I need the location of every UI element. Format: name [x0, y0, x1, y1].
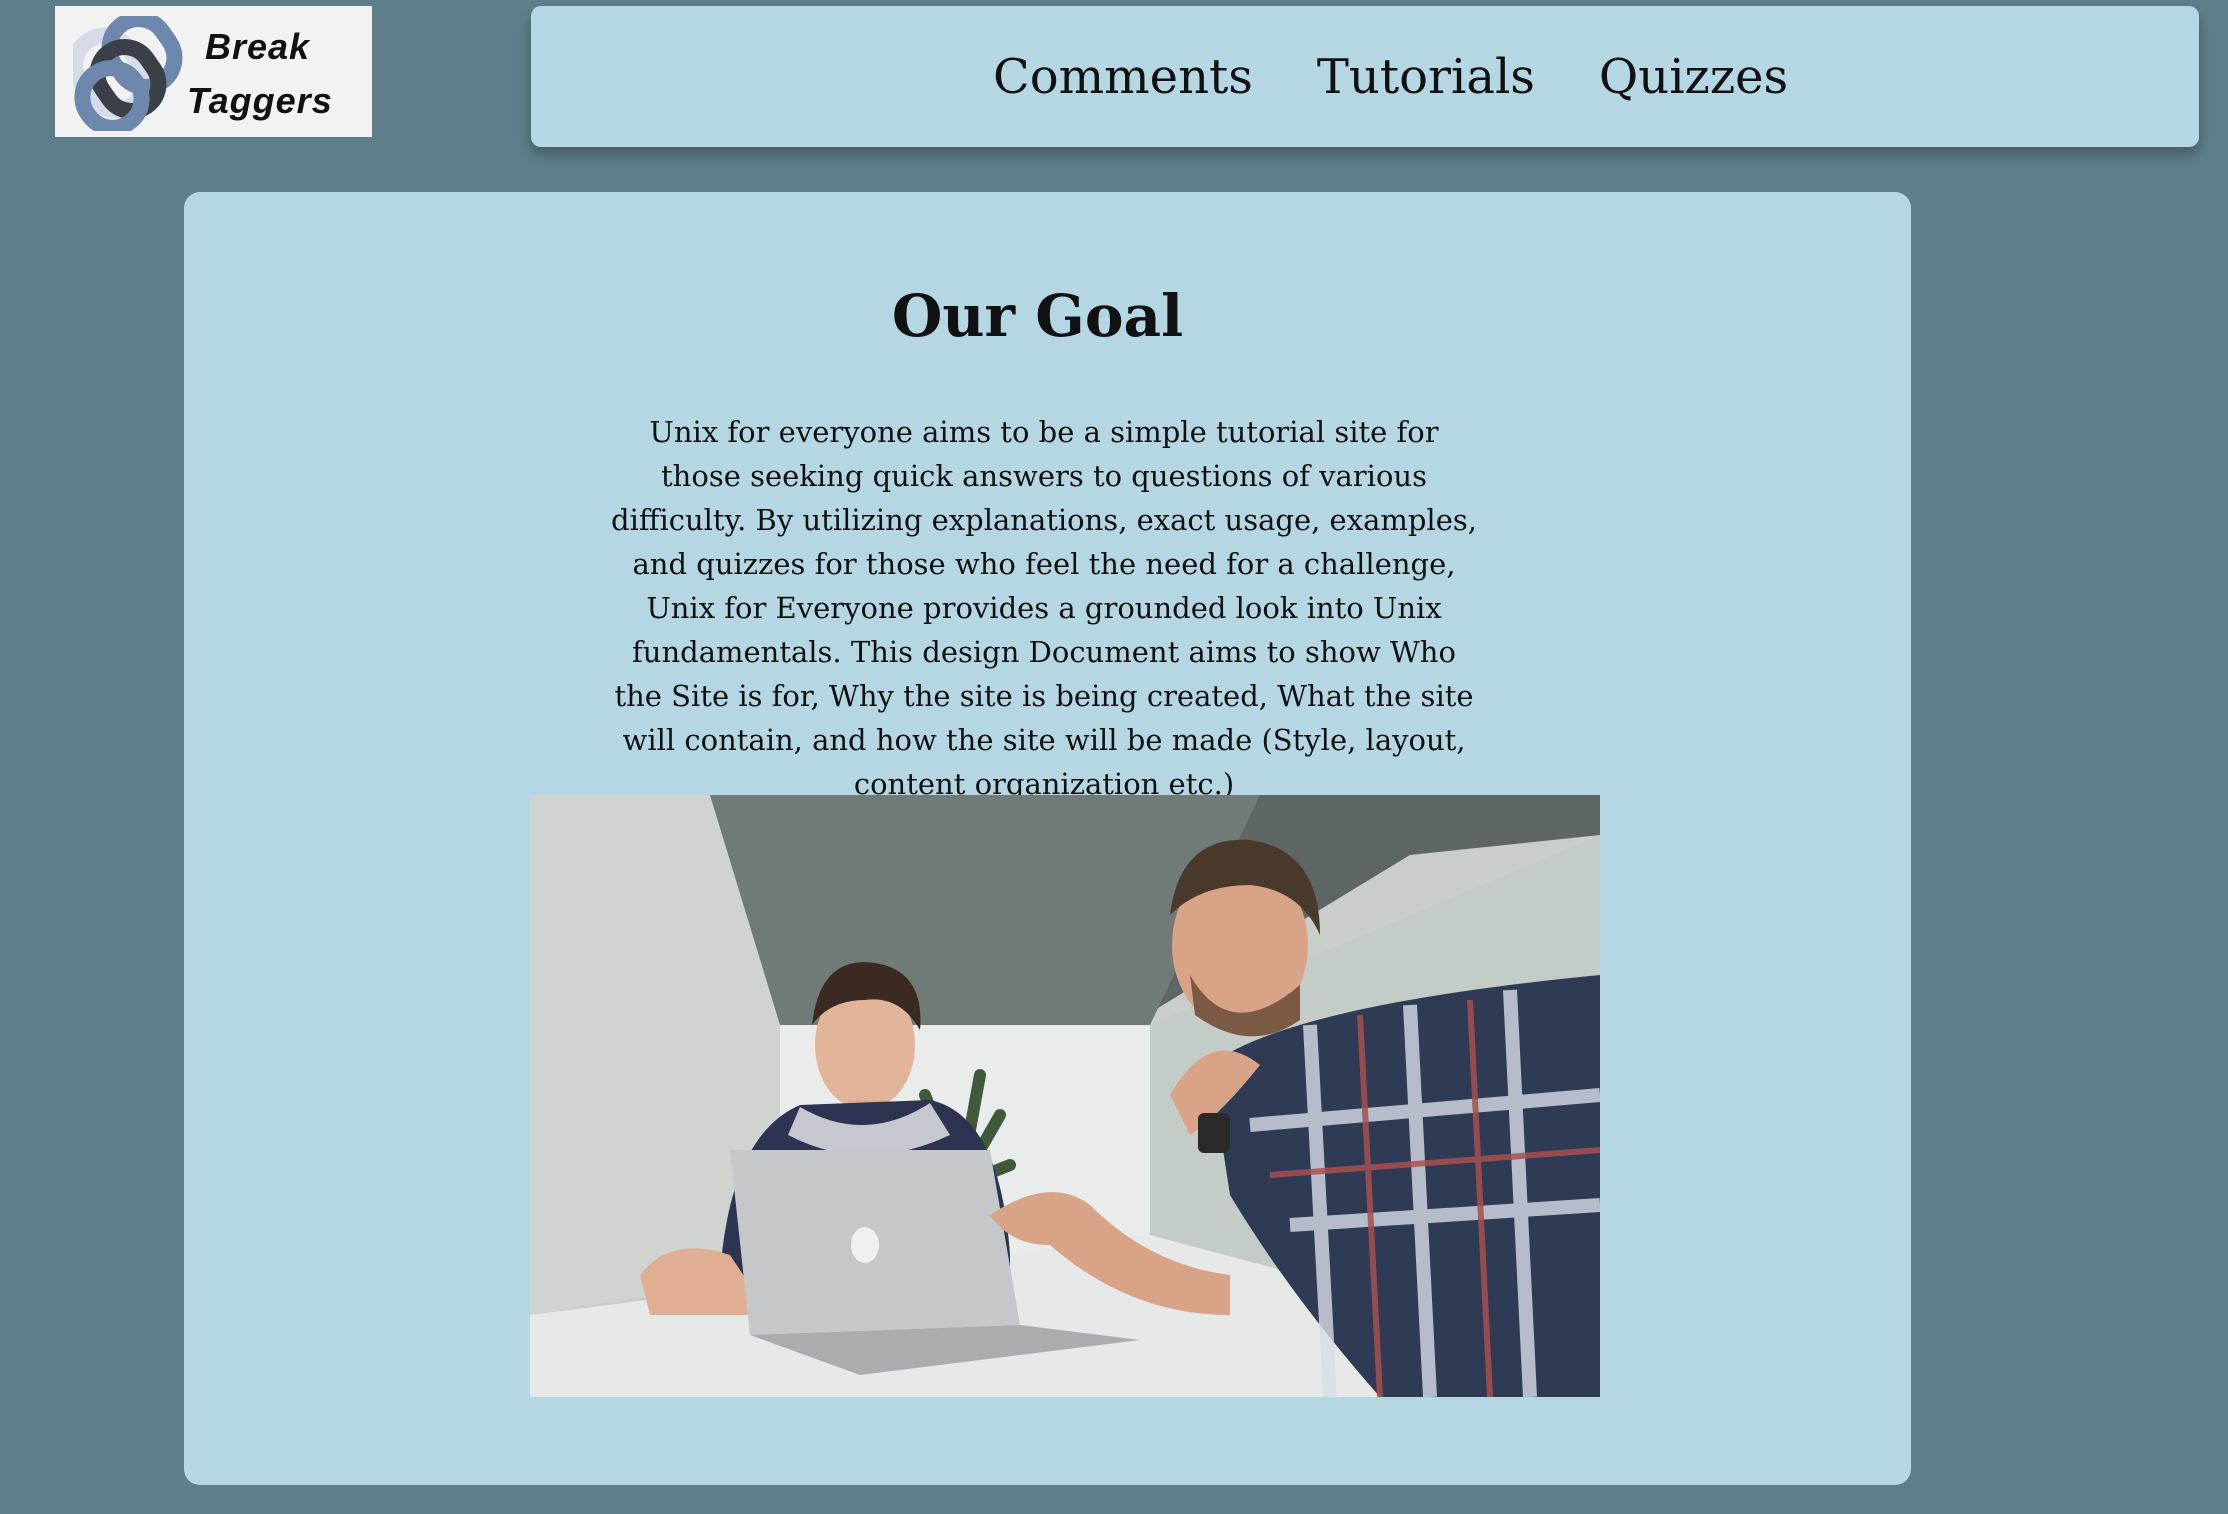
two-people-laptop-illustration	[530, 795, 1600, 1397]
site-logo[interactable]: Break Taggers	[55, 6, 372, 137]
goal-photo	[530, 795, 1600, 1397]
logo-wordmark: Break Taggers	[187, 20, 333, 128]
goal-title: Our Goal	[891, 282, 1184, 350]
goal-card: Our Goal Unix for everyone aims to be a …	[184, 192, 1911, 1485]
nav-links: Comments Tutorials Quizzes	[993, 42, 1788, 112]
logo-line-2: Taggers	[187, 80, 333, 121]
chain-links-icon	[73, 16, 183, 131]
nav-link-tutorials[interactable]: Tutorials	[1317, 42, 1535, 112]
goal-description: Unix for everyone aims to be a simple tu…	[611, 415, 1477, 801]
nav-link-quizzes[interactable]: Quizzes	[1599, 42, 1788, 112]
nav-link-comments[interactable]: Comments	[993, 42, 1253, 112]
top-navbar: Comments Tutorials Quizzes	[531, 6, 2199, 147]
logo-line-1: Break	[205, 26, 311, 67]
